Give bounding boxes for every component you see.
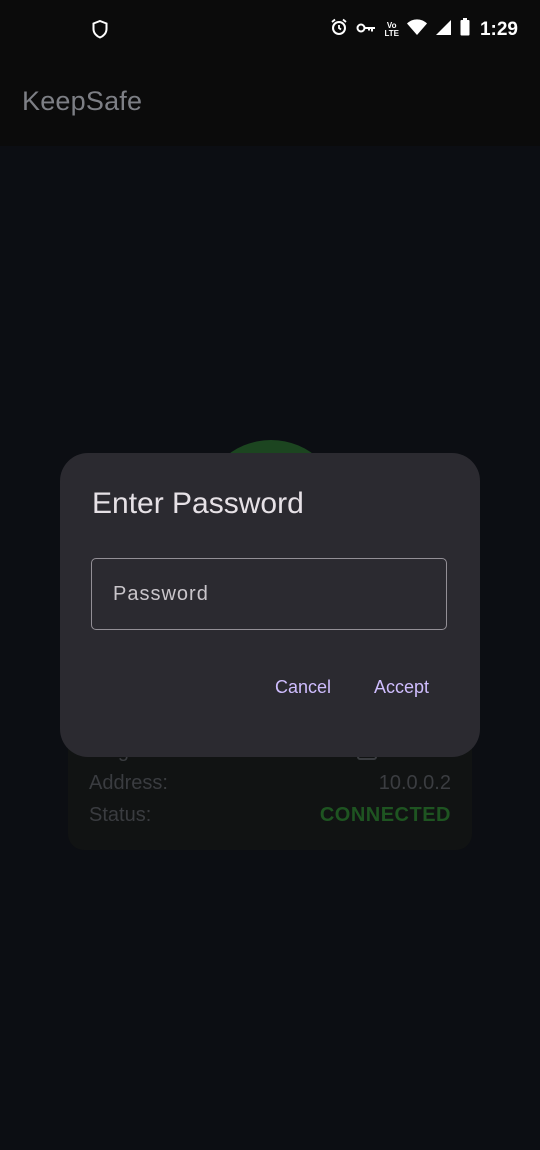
accept-button[interactable]: Accept: [366, 671, 437, 704]
password-dialog: Enter Password Cancel Accept: [60, 453, 480, 757]
cancel-button[interactable]: Cancel: [267, 671, 339, 704]
status-bar: Vo LTE 1:29: [0, 0, 540, 60]
password-input[interactable]: [91, 558, 447, 630]
shield-icon: [92, 19, 108, 44]
screen: Vo LTE 1:29 KeepSafe Address: 10.0.0.2 S…: [0, 0, 540, 1150]
status-icons: Vo LTE 1:29: [330, 18, 518, 41]
status-time: 1:29: [479, 18, 518, 40]
vpn-key-icon: [356, 21, 376, 39]
signal-icon: [435, 19, 452, 41]
battery-icon: [460, 18, 470, 41]
app-title: KeepSafe: [22, 86, 143, 116]
alarm-icon: [330, 18, 348, 41]
volte-icon: Vo LTE: [384, 21, 399, 38]
app-bar: KeepSafe: [0, 60, 540, 146]
wifi-icon: [406, 19, 427, 40]
dialog-title: Enter Password: [92, 487, 304, 520]
volte-bottom-label: LTE: [384, 28, 399, 38]
